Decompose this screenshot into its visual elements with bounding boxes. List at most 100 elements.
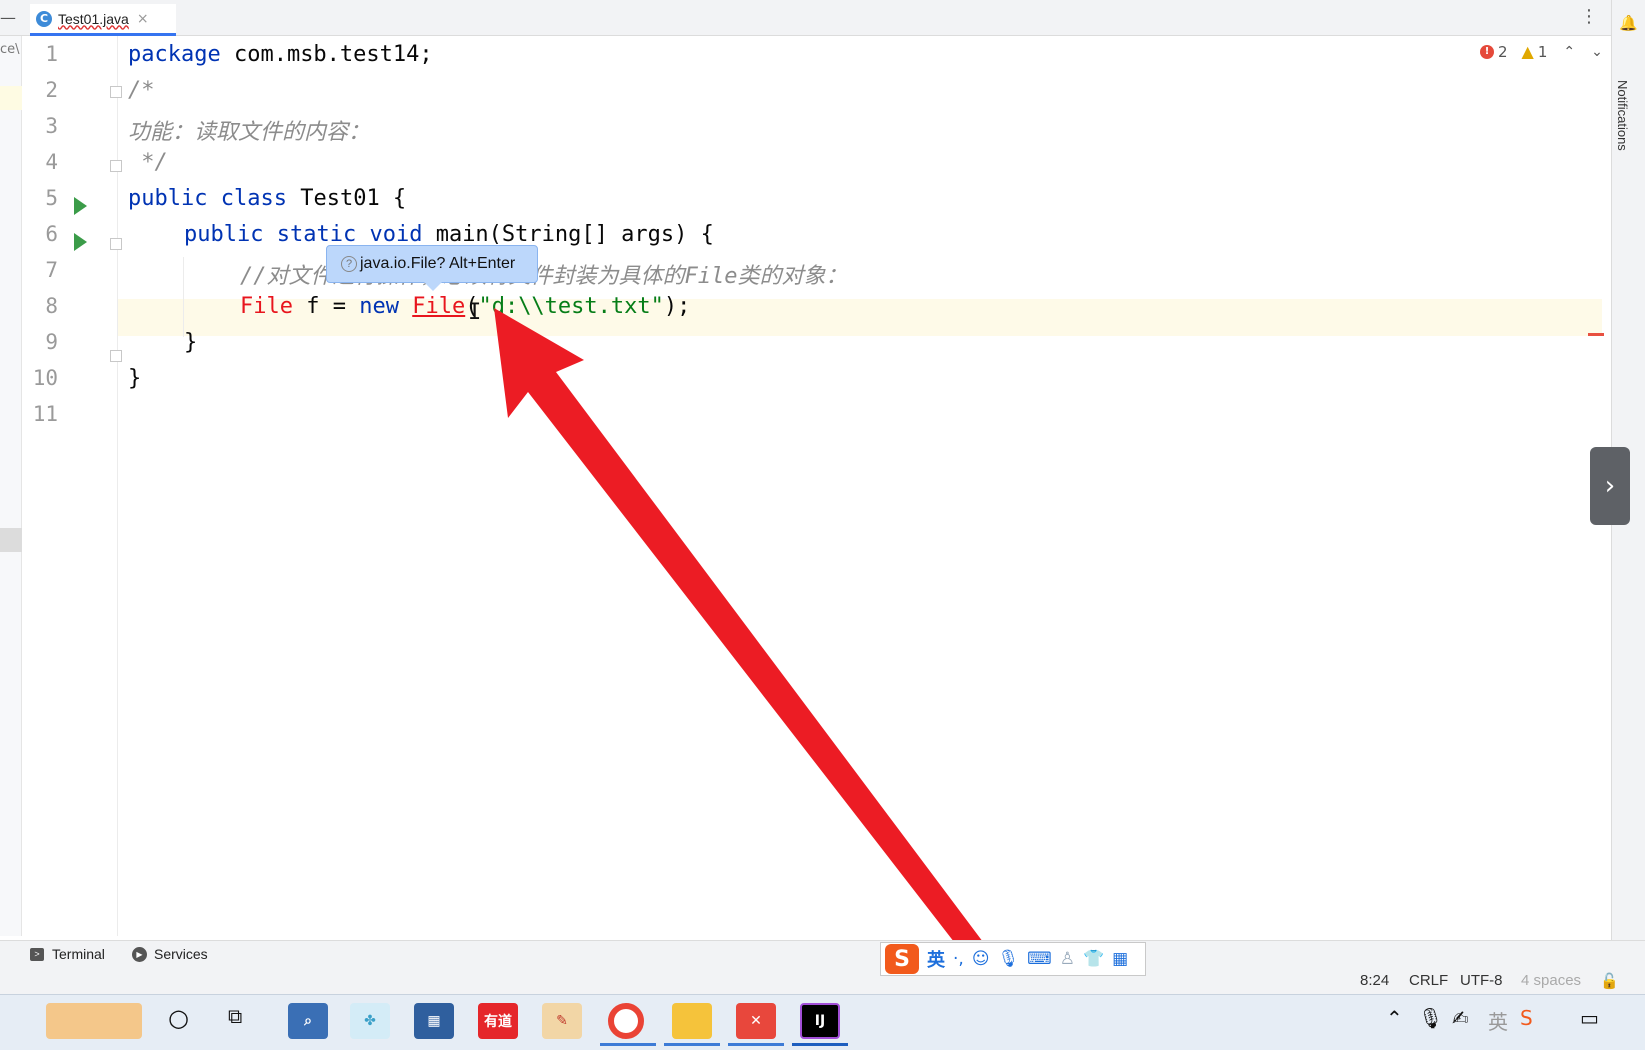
fold-comment-icon[interactable] — [110, 86, 122, 98]
code-line-9[interactable]: } — [184, 330, 197, 355]
services-label: Services — [154, 946, 208, 962]
run-class-icon[interactable] — [74, 197, 87, 215]
code-text: Test01 { — [286, 186, 407, 211]
line-number: 11 — [32, 402, 58, 426]
sogou-logo-icon[interactable]: S — [885, 944, 919, 974]
code-line-6[interactable]: public static void main(String[] args) { — [184, 222, 714, 247]
file-encoding[interactable]: UTF-8 — [1460, 972, 1503, 989]
line-number: 7 — [45, 258, 58, 282]
chevron-right-icon[interactable]: › — [1590, 447, 1630, 525]
run-main-icon[interactable] — [74, 233, 87, 251]
code-line-3[interactable]: 功能：读取文件的内容： — [128, 114, 370, 146]
notifications-tab[interactable]: Notifications — [1615, 80, 1630, 151]
line-number: 8 — [45, 294, 58, 318]
grid-icon[interactable]: ▦ — [1112, 949, 1128, 969]
project-panel-edge — [0, 36, 22, 936]
status-bar — [0, 970, 1645, 994]
fold-method-icon[interactable] — [110, 238, 122, 250]
code-text: com.msb.test14; — [220, 42, 433, 67]
terminal-button[interactable]: > Terminal — [30, 946, 105, 962]
terminal-icon: > — [30, 947, 44, 961]
previous-problem-icon[interactable]: ⌃ — [1563, 44, 1575, 60]
intellij-app-icon[interactable]: IJ — [800, 1003, 840, 1039]
punctuation-toggle[interactable]: ·, — [953, 949, 964, 969]
arrow-shape — [494, 308, 986, 960]
warning-icon: ▲ — [1521, 42, 1534, 61]
chevron-up-icon[interactable]: ⌃ — [1386, 1006, 1403, 1030]
next-problem-icon[interactable]: ⌄ — [1591, 44, 1603, 60]
minimize-icon[interactable]: — — [0, 8, 16, 27]
youdao-app-icon[interactable]: 有道 — [478, 1003, 518, 1039]
chrome-running-indicator — [600, 1043, 656, 1046]
import-hint-tooltip[interactable]: ? java.io.File? Alt+Enter — [326, 245, 538, 283]
magnifier-app-icon[interactable]: ⌕ — [288, 1003, 328, 1039]
line-number: 6 — [45, 222, 58, 246]
more-options-icon[interactable]: ⋮ — [1580, 6, 1598, 27]
sogou-tray-icon[interactable]: S — [1520, 1006, 1533, 1030]
notification-center-icon[interactable]: ▭ — [1580, 1006, 1599, 1030]
warning-count: 1 — [1537, 42, 1548, 61]
error-icon: ! — [1480, 44, 1494, 59]
explorer-running-indicator — [664, 1043, 720, 1046]
annotation-arrow — [494, 308, 986, 960]
question-icon: ? — [341, 256, 357, 272]
tab-test01-java[interactable]: C Test01.java × — [30, 4, 176, 36]
code-line-5[interactable]: public class Test01 { — [128, 186, 406, 211]
fiddler-app-icon[interactable]: ✤ — [350, 1003, 390, 1039]
keyboard-icon[interactable]: ⌨ — [1027, 949, 1052, 969]
smile-icon[interactable]: ☺ — [972, 949, 990, 969]
mic-icon[interactable]: 🎙 — [998, 949, 1020, 969]
unresolved-class[interactable]: File — [412, 294, 465, 319]
services-icon: ▶ — [132, 946, 147, 962]
services-button[interactable]: ▶ Services — [132, 946, 208, 962]
line-number: 1 — [45, 42, 58, 66]
keyword: new — [359, 294, 399, 319]
fold-method-end-icon[interactable] — [110, 350, 122, 362]
file-explorer-app-icon[interactable] — [672, 1003, 712, 1039]
error-stripe-marker[interactable] — [1588, 333, 1604, 336]
person-icon[interactable]: ♙ — [1060, 949, 1075, 969]
indent-setting[interactable]: 4 spaces — [1521, 972, 1581, 989]
ime-toolbar[interactable]: S 英 ·, ☺ 🎙 ⌨ ♙ 👕 ▦ — [880, 942, 1146, 976]
lock-icon[interactable]: 🔓 — [1600, 972, 1619, 990]
project-selection-highlight — [0, 86, 22, 110]
xmind-running-indicator — [728, 1043, 784, 1046]
paint-app-icon[interactable]: ✎ — [542, 1003, 582, 1039]
ime-language-toggle[interactable]: 英 — [927, 946, 945, 972]
code-text: ); — [663, 294, 691, 319]
code-line-4[interactable]: */ — [128, 150, 168, 175]
xmind-app-icon[interactable]: ✕ — [736, 1003, 776, 1039]
keyword: static — [276, 222, 357, 247]
inspection-widget[interactable]: ! 2 ▲ 1 ⌃ ⌄ — [1480, 42, 1603, 61]
task-view-icon[interactable]: ⧉ — [228, 1004, 242, 1028]
line-separator[interactable]: CRLF — [1409, 972, 1448, 989]
code-text: f = — [292, 294, 360, 319]
line-number: 3 — [45, 114, 58, 138]
java-class-icon: C — [36, 10, 52, 27]
ide-window: — C Test01.java × ⋮ ce\ 1 2 3 4 5 6 7 8 … — [0, 0, 1645, 1050]
search-circle-icon[interactable]: ○ — [168, 1004, 189, 1032]
fold-comment-end-icon[interactable] — [110, 160, 122, 172]
bell-icon[interactable]: 🔔 — [1619, 14, 1638, 32]
keyword: class — [220, 186, 287, 211]
wallpaper-app-icon[interactable] — [46, 1003, 142, 1039]
code-line-8[interactable]: File f = new File("d:\\test.txt"); — [240, 294, 690, 319]
code-text: main(String[] args) { — [422, 222, 714, 247]
code-line-10[interactable]: } — [128, 366, 141, 391]
tab-close-icon[interactable]: × — [137, 11, 149, 27]
project-path-fragment: ce\ — [0, 42, 20, 57]
shirt-icon[interactable]: 👕 — [1083, 949, 1104, 969]
tooltip-text: java.io.File? Alt+Enter — [360, 255, 516, 272]
chrome-app-icon[interactable] — [608, 1003, 644, 1039]
code-line-1[interactable]: package com.msb.test14; — [128, 42, 433, 67]
microphone-icon[interactable]: 🎙 — [1418, 1006, 1443, 1030]
code-line-2[interactable]: /* — [128, 78, 155, 103]
caret-position[interactable]: 8:24 — [1360, 972, 1389, 989]
tool-window-bar — [0, 940, 1645, 970]
keyword: package — [128, 42, 221, 67]
ime-indicator[interactable]: 英 — [1488, 1006, 1508, 1035]
calculator-app-icon[interactable]: ▦ — [414, 1003, 454, 1039]
project-scroll-thumb[interactable] — [0, 528, 22, 552]
pen-icon[interactable]: ✍ — [1452, 1006, 1469, 1030]
line-number: 5 — [45, 186, 58, 210]
